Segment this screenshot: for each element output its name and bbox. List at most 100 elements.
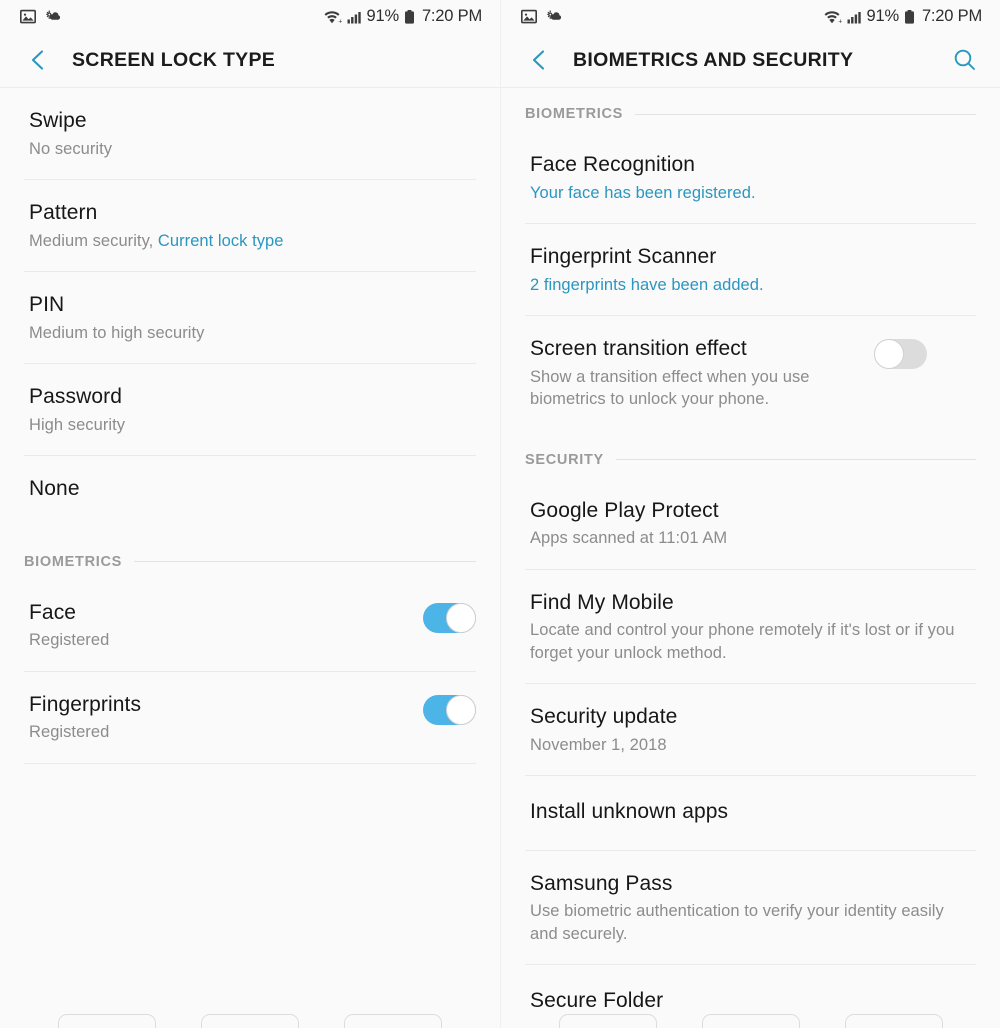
section-rule <box>615 459 976 461</box>
list-item-none[interactable]: None <box>0 456 500 530</box>
nav-back-button[interactable] <box>844 1014 943 1028</box>
section-header-security: SECURITY <box>501 430 1000 478</box>
search-button[interactable] <box>950 45 980 75</box>
image-icon <box>521 9 537 25</box>
list-item-install-unknown-apps[interactable]: Install unknown apps <box>501 776 1000 850</box>
screen-lock-type-list: Swipe No security Pattern Medium securit… <box>0 88 500 764</box>
cellular-signal-icon <box>347 9 362 25</box>
status-bar-notification-icons <box>20 9 63 25</box>
chevron-left-icon <box>532 50 545 70</box>
clock-label: 7:20 PM <box>921 7 982 25</box>
svg-text:+: + <box>338 18 342 24</box>
list-item-subtitle: Use biometric authentication to verify y… <box>530 902 944 943</box>
list-item-subtitle: Locate and control your phone remotely i… <box>530 621 955 662</box>
list-item-title: Google Play Protect <box>530 498 719 522</box>
list-item-title: Security update <box>530 705 678 729</box>
status-bar-notification-icons <box>521 9 564 25</box>
list-item-password[interactable]: Password High security <box>0 364 500 455</box>
list-item-subtitle: 2 fingerprints have been added. <box>530 275 764 294</box>
status-bar-right: + 91% 7:20 PM <box>501 0 1000 33</box>
list-item-subtitle: Show a transition effect when you use bi… <box>530 367 810 409</box>
fingerprints-toggle[interactable] <box>423 694 476 725</box>
weather-partly-cloudy-icon <box>546 9 564 25</box>
list-item-fingerprints[interactable]: Fingerprints Registered <box>0 672 500 763</box>
list-item-subtitle: Medium security, Current lock type <box>29 230 476 252</box>
subtitle-text: Medium security, <box>29 231 158 250</box>
image-icon <box>20 9 36 25</box>
list-item-title: Face Recognition <box>530 153 696 176</box>
list-item-title: Install unknown apps <box>530 800 729 824</box>
list-item-title: Find My Mobile <box>530 590 674 614</box>
left-panel-screen-lock-type: + 91% 7:20 PM SCREEN LOCK TYPE Swipe No … <box>0 0 500 1028</box>
list-item-title: PIN <box>29 293 65 317</box>
list-item-fingerprint-scanner[interactable]: Fingerprint Scanner 2 fingerprints have … <box>501 224 1000 315</box>
battery-percent-label: 91% <box>866 7 900 25</box>
section-header-biometrics: BIOMETRICS <box>501 88 1000 132</box>
app-bar-right: BIOMETRICS AND SECURITY <box>501 33 1000 88</box>
list-item-find-my-mobile[interactable]: Find My Mobile Locate and control your p… <box>501 570 1000 683</box>
nav-home-button[interactable] <box>200 1014 299 1028</box>
list-item-swipe[interactable]: Swipe No security <box>0 88 500 179</box>
list-item-title: Password <box>29 385 123 409</box>
right-panel-biometrics-and-security: + 91% 7:20 PM BIOMETRICS AND SECURITY BI… <box>500 0 1000 1028</box>
battery-icon <box>404 9 415 25</box>
page-title: BIOMETRICS AND SECURITY <box>573 48 854 71</box>
status-bar-left: + 91% 7:20 PM <box>0 0 500 33</box>
section-label: BIOMETRICS <box>525 106 624 122</box>
wifi-icon: + <box>323 9 342 25</box>
list-item-title: Pattern <box>29 201 98 225</box>
list-item-title: None <box>29 477 80 501</box>
battery-icon <box>904 9 915 25</box>
biometrics-and-security-list: BIOMETRICS Face Recognition Your face ha… <box>501 88 1000 1028</box>
list-item-title: Fingerprint Scanner <box>530 245 717 269</box>
list-item-title: Samsung Pass <box>530 871 673 895</box>
list-item-samsung-pass[interactable]: Samsung Pass Use biometric authenticatio… <box>501 851 1000 964</box>
list-item-face-recognition[interactable]: Face Recognition Your face has been regi… <box>501 132 1000 223</box>
section-header-biometrics: BIOMETRICS <box>0 530 500 580</box>
list-item-subtitle: High security <box>29 415 126 434</box>
page-title: SCREEN LOCK TYPE <box>72 48 276 71</box>
nav-recents-button[interactable] <box>559 1014 658 1028</box>
divider <box>24 762 476 764</box>
clock-label: 7:20 PM <box>421 7 482 25</box>
list-item-subtitle: Registered <box>29 631 110 650</box>
current-lock-type-link[interactable]: Current lock type <box>158 232 284 250</box>
svg-text:+: + <box>838 18 842 24</box>
nav-back-button[interactable] <box>343 1014 442 1028</box>
navigation-bar-left <box>0 1012 500 1028</box>
list-item-pin[interactable]: PIN Medium to high security <box>0 272 500 363</box>
list-item-security-update[interactable]: Security update November 1, 2018 <box>501 684 1000 775</box>
weather-partly-cloudy-icon <box>45 9 63 25</box>
list-item-subtitle: Registered <box>29 723 110 742</box>
section-rule <box>134 561 476 563</box>
dual-screenshot-container: + 91% 7:20 PM SCREEN LOCK TYPE Swipe No … <box>0 0 1000 1028</box>
list-item-face[interactable]: Face Registered <box>0 580 500 671</box>
list-item-subtitle: Apps scanned at 11:01 AM <box>530 529 728 548</box>
list-item-pattern[interactable]: Pattern Medium security, Current lock ty… <box>0 180 500 271</box>
search-icon <box>954 49 975 70</box>
list-item-subtitle: Medium to high security <box>29 323 205 342</box>
face-toggle[interactable] <box>423 602 476 633</box>
toggle-thumb <box>874 339 904 370</box>
nav-home-button[interactable] <box>701 1014 800 1028</box>
section-label: BIOMETRICS <box>24 553 123 570</box>
list-item-title: Fingerprints <box>29 692 142 716</box>
app-bar-left: SCREEN LOCK TYPE <box>0 33 500 88</box>
list-item-subtitle: Your face has been registered. <box>530 183 756 202</box>
back-button[interactable] <box>525 46 553 74</box>
nav-recents-button[interactable] <box>58 1014 157 1028</box>
list-item-google-play-protect[interactable]: Google Play Protect Apps scanned at 11:0… <box>501 478 1000 569</box>
navigation-bar-right <box>501 1012 1000 1028</box>
list-item-subtitle: No security <box>29 139 113 158</box>
status-bar-system-icons: + 91% 7:20 PM <box>823 7 982 26</box>
section-rule <box>635 113 976 115</box>
back-button[interactable] <box>24 46 52 74</box>
list-item-title: Screen transition effect <box>530 337 747 361</box>
toggle-thumb <box>446 694 476 725</box>
status-bar-system-icons: + 91% 7:20 PM <box>323 7 482 26</box>
chevron-left-icon <box>31 50 44 70</box>
screen-transition-effect-toggle[interactable] <box>874 339 927 370</box>
list-item-screen-transition-effect[interactable]: Screen transition effect Show a transiti… <box>501 316 1000 429</box>
wifi-icon: + <box>823 9 842 25</box>
toggle-thumb <box>446 602 476 633</box>
